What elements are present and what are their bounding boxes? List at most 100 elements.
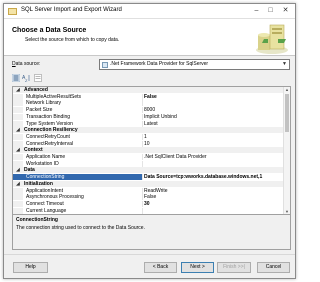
collapse-icon[interactable]: ◢ bbox=[16, 87, 20, 93]
property-name: Connect Timeout bbox=[26, 200, 64, 207]
category-name: Data bbox=[24, 167, 35, 174]
chevron-down-icon[interactable]: ▼ bbox=[282, 61, 287, 67]
property-category[interactable]: ◢ Data bbox=[13, 167, 283, 174]
column-divider bbox=[142, 194, 143, 201]
page-title: Choose a Data Source bbox=[12, 27, 87, 34]
vertical-scrollbar[interactable]: ▲ ▼ bbox=[283, 87, 290, 214]
row-gutter bbox=[13, 93, 23, 100]
property-value[interactable]: 1 bbox=[144, 134, 147, 140]
column-divider bbox=[142, 100, 143, 107]
property-row[interactable]: Transaction Binding Implicit Unbind bbox=[13, 113, 283, 120]
collapse-icon[interactable]: ◢ bbox=[16, 167, 20, 173]
property-grid[interactable]: ◢ Advanced MultipleActiveResultSets False Ne… bbox=[12, 86, 291, 250]
row-gutter bbox=[13, 187, 23, 194]
row-gutter bbox=[13, 140, 23, 147]
property-category[interactable]: ◢ Initialization bbox=[13, 180, 283, 187]
property-value[interactable]: False bbox=[144, 194, 156, 200]
property-value[interactable]: 10 bbox=[144, 141, 150, 147]
category-name: Initialization bbox=[24, 180, 53, 187]
data-source-dropdown[interactable]: .Net Framework Data Provider for SqlServ… bbox=[99, 59, 290, 70]
property-row[interactable]: Connect Timeout 30 bbox=[13, 200, 283, 207]
property-name: Transaction Binding bbox=[26, 113, 71, 120]
description-panel: ConnectionString The connection string u… bbox=[13, 214, 290, 249]
back-button[interactable]: < Back bbox=[144, 262, 177, 273]
property-name: ConnectionString bbox=[26, 174, 65, 181]
description-title: ConnectionString bbox=[16, 217, 58, 223]
title-bar: SQL Server Import and Export Wizard – □ … bbox=[4, 4, 295, 19]
property-value[interactable]: Data Source=tcp:wworks.database.windows.… bbox=[143, 174, 283, 181]
finish-button[interactable]: Finish >>| bbox=[217, 262, 251, 273]
property-row[interactable]: Type System Version Latest bbox=[13, 120, 283, 127]
property-row[interactable]: ApplicationIntent ReadWrite bbox=[13, 187, 283, 194]
property-name: Workstation ID bbox=[26, 160, 59, 167]
row-gutter bbox=[13, 120, 23, 127]
column-divider bbox=[142, 160, 143, 167]
close-button[interactable]: ✕ bbox=[280, 6, 291, 16]
help-button[interactable]: Help bbox=[13, 262, 48, 273]
property-row[interactable]: Network Library bbox=[13, 100, 283, 107]
row-gutter bbox=[13, 194, 23, 201]
property-name: ConnectRetryCount bbox=[26, 133, 70, 140]
property-name: ConnectRetryInterval bbox=[26, 140, 73, 147]
row-gutter bbox=[13, 107, 23, 114]
svg-text:Z: Z bbox=[25, 78, 28, 82]
property-row[interactable]: Application Name .Net SqlClient Data Prov… bbox=[13, 154, 283, 160]
column-divider bbox=[142, 120, 143, 127]
property-name: Packet Size bbox=[26, 107, 53, 114]
property-name: Type System Version bbox=[26, 120, 73, 127]
page-subtitle: Select the source from which to copy dat… bbox=[25, 37, 120, 43]
property-value[interactable]: .Net SqlClient Data Provider bbox=[144, 154, 207, 160]
property-category[interactable]: ◢ Connection Resiliency bbox=[13, 127, 283, 134]
next-button[interactable]: Next > bbox=[181, 262, 214, 273]
row-gutter bbox=[13, 133, 23, 140]
row-gutter bbox=[13, 174, 23, 181]
property-value[interactable]: ReadWrite bbox=[144, 188, 168, 194]
categorized-icon[interactable] bbox=[12, 74, 20, 82]
category-name: Advanced bbox=[24, 87, 48, 93]
row-gutter bbox=[13, 200, 23, 207]
property-name: Asynchronous Processing bbox=[26, 194, 84, 201]
property-name: MultipleActiveResultSets bbox=[26, 93, 82, 100]
property-row[interactable]: Packet Size 8000 bbox=[13, 107, 283, 114]
cancel-button[interactable]: Cancel bbox=[257, 262, 290, 273]
property-value[interactable]: 8000 bbox=[144, 107, 155, 113]
property-name: ApplicationIntent bbox=[26, 187, 63, 194]
column-divider bbox=[142, 113, 143, 120]
row-gutter bbox=[13, 207, 23, 214]
wizard-window: SQL Server Import and Export Wizard – □ … bbox=[3, 3, 296, 279]
property-name: Application Name bbox=[26, 154, 66, 160]
property-value[interactable]: Latest bbox=[144, 121, 158, 127]
property-row[interactable]: Current Language bbox=[13, 207, 283, 214]
property-category[interactable]: ◢ Advanced bbox=[13, 87, 283, 93]
wizard-header: Choose a Data Source Select the source f… bbox=[4, 19, 295, 56]
collapse-icon[interactable]: ◢ bbox=[16, 127, 20, 133]
property-row[interactable]: MultipleActiveResultSets False bbox=[13, 93, 283, 100]
column-divider bbox=[142, 107, 143, 114]
description-text: The connection string used to connect to… bbox=[16, 225, 145, 231]
property-name: Current Language bbox=[26, 207, 67, 214]
minimize-button[interactable]: – bbox=[251, 6, 262, 16]
collapse-icon[interactable]: ◢ bbox=[16, 147, 20, 153]
row-gutter bbox=[13, 154, 23, 160]
property-row[interactable]: Asynchronous Processing False bbox=[13, 194, 283, 201]
property-name: Network Library bbox=[26, 100, 62, 107]
property-value[interactable]: False bbox=[144, 94, 157, 100]
property-row[interactable]: ConnectRetryInterval 10 bbox=[13, 140, 283, 147]
property-value[interactable]: Implicit Unbind bbox=[144, 114, 177, 120]
scroll-up-icon[interactable]: ▲ bbox=[285, 87, 289, 92]
property-category[interactable]: ◢ Context bbox=[13, 147, 283, 154]
app-icon bbox=[8, 8, 17, 15]
collapse-icon[interactable]: ◢ bbox=[16, 181, 20, 187]
column-divider bbox=[142, 187, 143, 194]
property-pages-icon[interactable] bbox=[34, 74, 42, 82]
property-row[interactable]: Workstation ID bbox=[13, 160, 283, 167]
property-row[interactable]: ConnectRetryCount 1 bbox=[13, 133, 283, 140]
property-value[interactable]: 30 bbox=[144, 201, 150, 207]
scroll-thumb[interactable] bbox=[285, 94, 289, 132]
window-title: SQL Server Import and Export Wizard bbox=[21, 7, 122, 13]
sort-alphabetical-icon[interactable]: A Z bbox=[22, 74, 30, 82]
property-row[interactable]: ConnectionString Data Source=tcp:wworks.d… bbox=[13, 174, 283, 181]
column-divider bbox=[142, 140, 143, 147]
maximize-button[interactable]: □ bbox=[265, 6, 276, 16]
row-gutter bbox=[13, 113, 23, 120]
